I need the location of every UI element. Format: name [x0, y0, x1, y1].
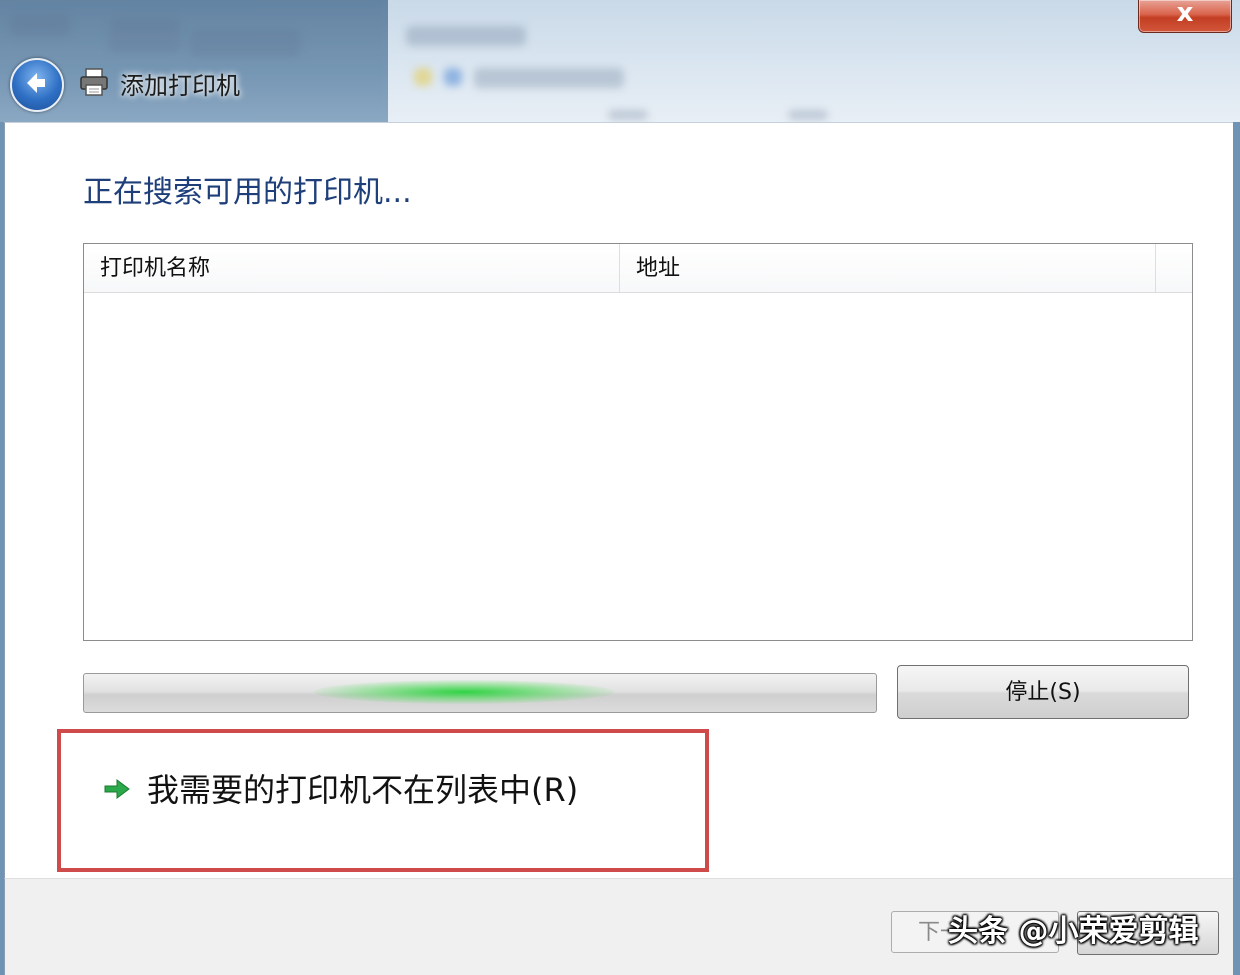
wizard-content: 正在搜索可用的打印机... 打印机名称 地址 停止(S) 我需要的打印机不在列表… — [4, 122, 1233, 878]
printer-list[interactable]: 打印机名称 地址 — [83, 243, 1193, 641]
printer-not-listed-link[interactable]: 我需要的打印机不在列表中(R) — [147, 765, 578, 811]
column-header-printer-name[interactable]: 打印机名称 — [84, 244, 620, 292]
search-progress-bar — [83, 673, 877, 713]
stop-button[interactable]: 停止(S) — [897, 665, 1189, 719]
back-button[interactable] — [10, 58, 64, 112]
green-arrow-icon — [104, 779, 130, 799]
background-window-left — [0, 0, 390, 122]
printer-icon — [80, 68, 108, 96]
back-arrow-icon — [27, 73, 45, 93]
background-window-right — [388, 0, 1240, 122]
column-header-address[interactable]: 地址 — [620, 244, 1156, 292]
close-button[interactable]: x — [1138, 0, 1232, 33]
watermark: 头条 @小荣爱剪辑 — [948, 914, 1199, 949]
page-heading: 正在搜索可用的打印机... — [83, 175, 412, 210]
list-header: 打印机名称 地址 — [84, 244, 1192, 293]
window-title: 添加打印机 — [120, 72, 240, 100]
progress-indicator — [314, 680, 614, 704]
close-icon: x — [1176, 0, 1194, 28]
